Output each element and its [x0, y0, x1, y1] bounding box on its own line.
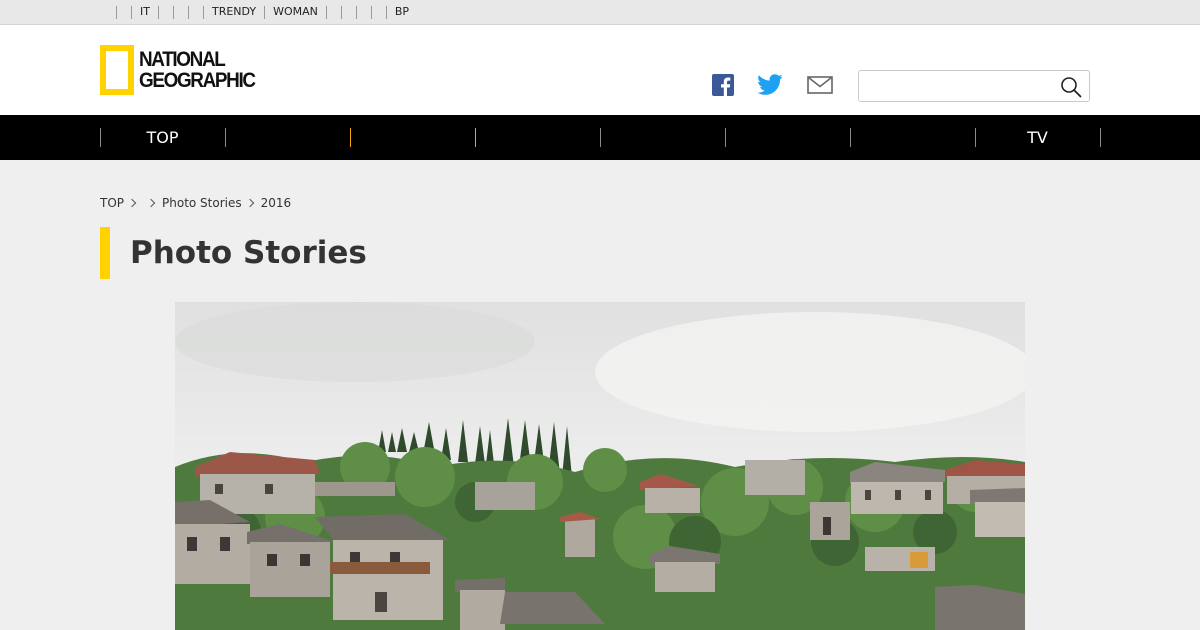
chevron-right-icon	[146, 198, 156, 208]
main-nav: TOP TV	[0, 115, 1200, 160]
nav-item-tv[interactable]: TV	[975, 115, 1100, 160]
breadcrumb: TOP Photo Stories 2016	[100, 196, 291, 210]
topbar-link-2[interactable]	[157, 5, 173, 19]
logo-line-1: NATIONAL	[139, 48, 226, 71]
site-header: NATIONAL GEOGRAPHIC	[0, 25, 1200, 115]
hero-photo[interactable]	[175, 302, 1025, 630]
mail-icon[interactable]	[807, 73, 833, 97]
topbar-link-woman[interactable]: WOMAN	[264, 5, 326, 19]
logo-line-2: GEOGRAPHIC	[139, 69, 256, 92]
search-input[interactable]	[859, 71, 1049, 101]
topbar-link-3[interactable]	[172, 5, 188, 19]
topbar-link-8[interactable]	[340, 5, 356, 19]
topbar-link-0[interactable]	[116, 5, 131, 19]
breadcrumb-current: 2016	[260, 196, 292, 210]
topbar-links: IT TRENDY WOMAN BP	[116, 5, 417, 19]
topbar-link-it[interactable]: IT	[131, 5, 158, 19]
chevron-right-icon	[245, 198, 254, 208]
topbar-link-10[interactable]	[370, 5, 386, 19]
logo-wordmark: NATIONAL GEOGRAPHIC	[139, 48, 256, 92]
site-logo[interactable]: NATIONAL GEOGRAPHIC	[100, 45, 268, 95]
logo-yellow-frame	[100, 45, 134, 95]
facebook-icon[interactable]	[710, 73, 736, 97]
search-box	[858, 70, 1090, 102]
chevron-right-icon	[127, 198, 137, 208]
topbar-link-9[interactable]	[355, 5, 371, 19]
topbar-link-bp[interactable]: BP	[385, 5, 417, 19]
nav-item-3[interactable]	[350, 115, 475, 160]
nav-item-2[interactable]	[225, 115, 350, 160]
nav-item-top[interactable]: TOP	[100, 115, 225, 160]
breadcrumb-top[interactable]: TOP	[100, 196, 124, 210]
nav-item-7[interactable]	[850, 115, 975, 160]
nav-item-6[interactable]	[725, 115, 850, 160]
twitter-icon[interactable]	[757, 73, 783, 97]
page-title: Photo Stories	[130, 235, 367, 271]
nav-divider-end	[1100, 128, 1101, 147]
topbar-link-4[interactable]	[187, 5, 203, 19]
search-icon	[1061, 77, 1082, 98]
topbar-link-trendy[interactable]: TRENDY	[202, 5, 264, 19]
top-utility-bar: IT TRENDY WOMAN BP	[0, 0, 1200, 25]
nav-item-5[interactable]	[600, 115, 725, 160]
breadcrumb-photo-stories[interactable]: Photo Stories	[162, 196, 242, 210]
page-title-block: Photo Stories	[100, 227, 367, 279]
search-button[interactable]	[1059, 75, 1083, 99]
nav-item-4[interactable]	[475, 115, 600, 160]
topbar-link-7[interactable]	[325, 5, 341, 19]
title-accent-bar	[100, 227, 110, 279]
